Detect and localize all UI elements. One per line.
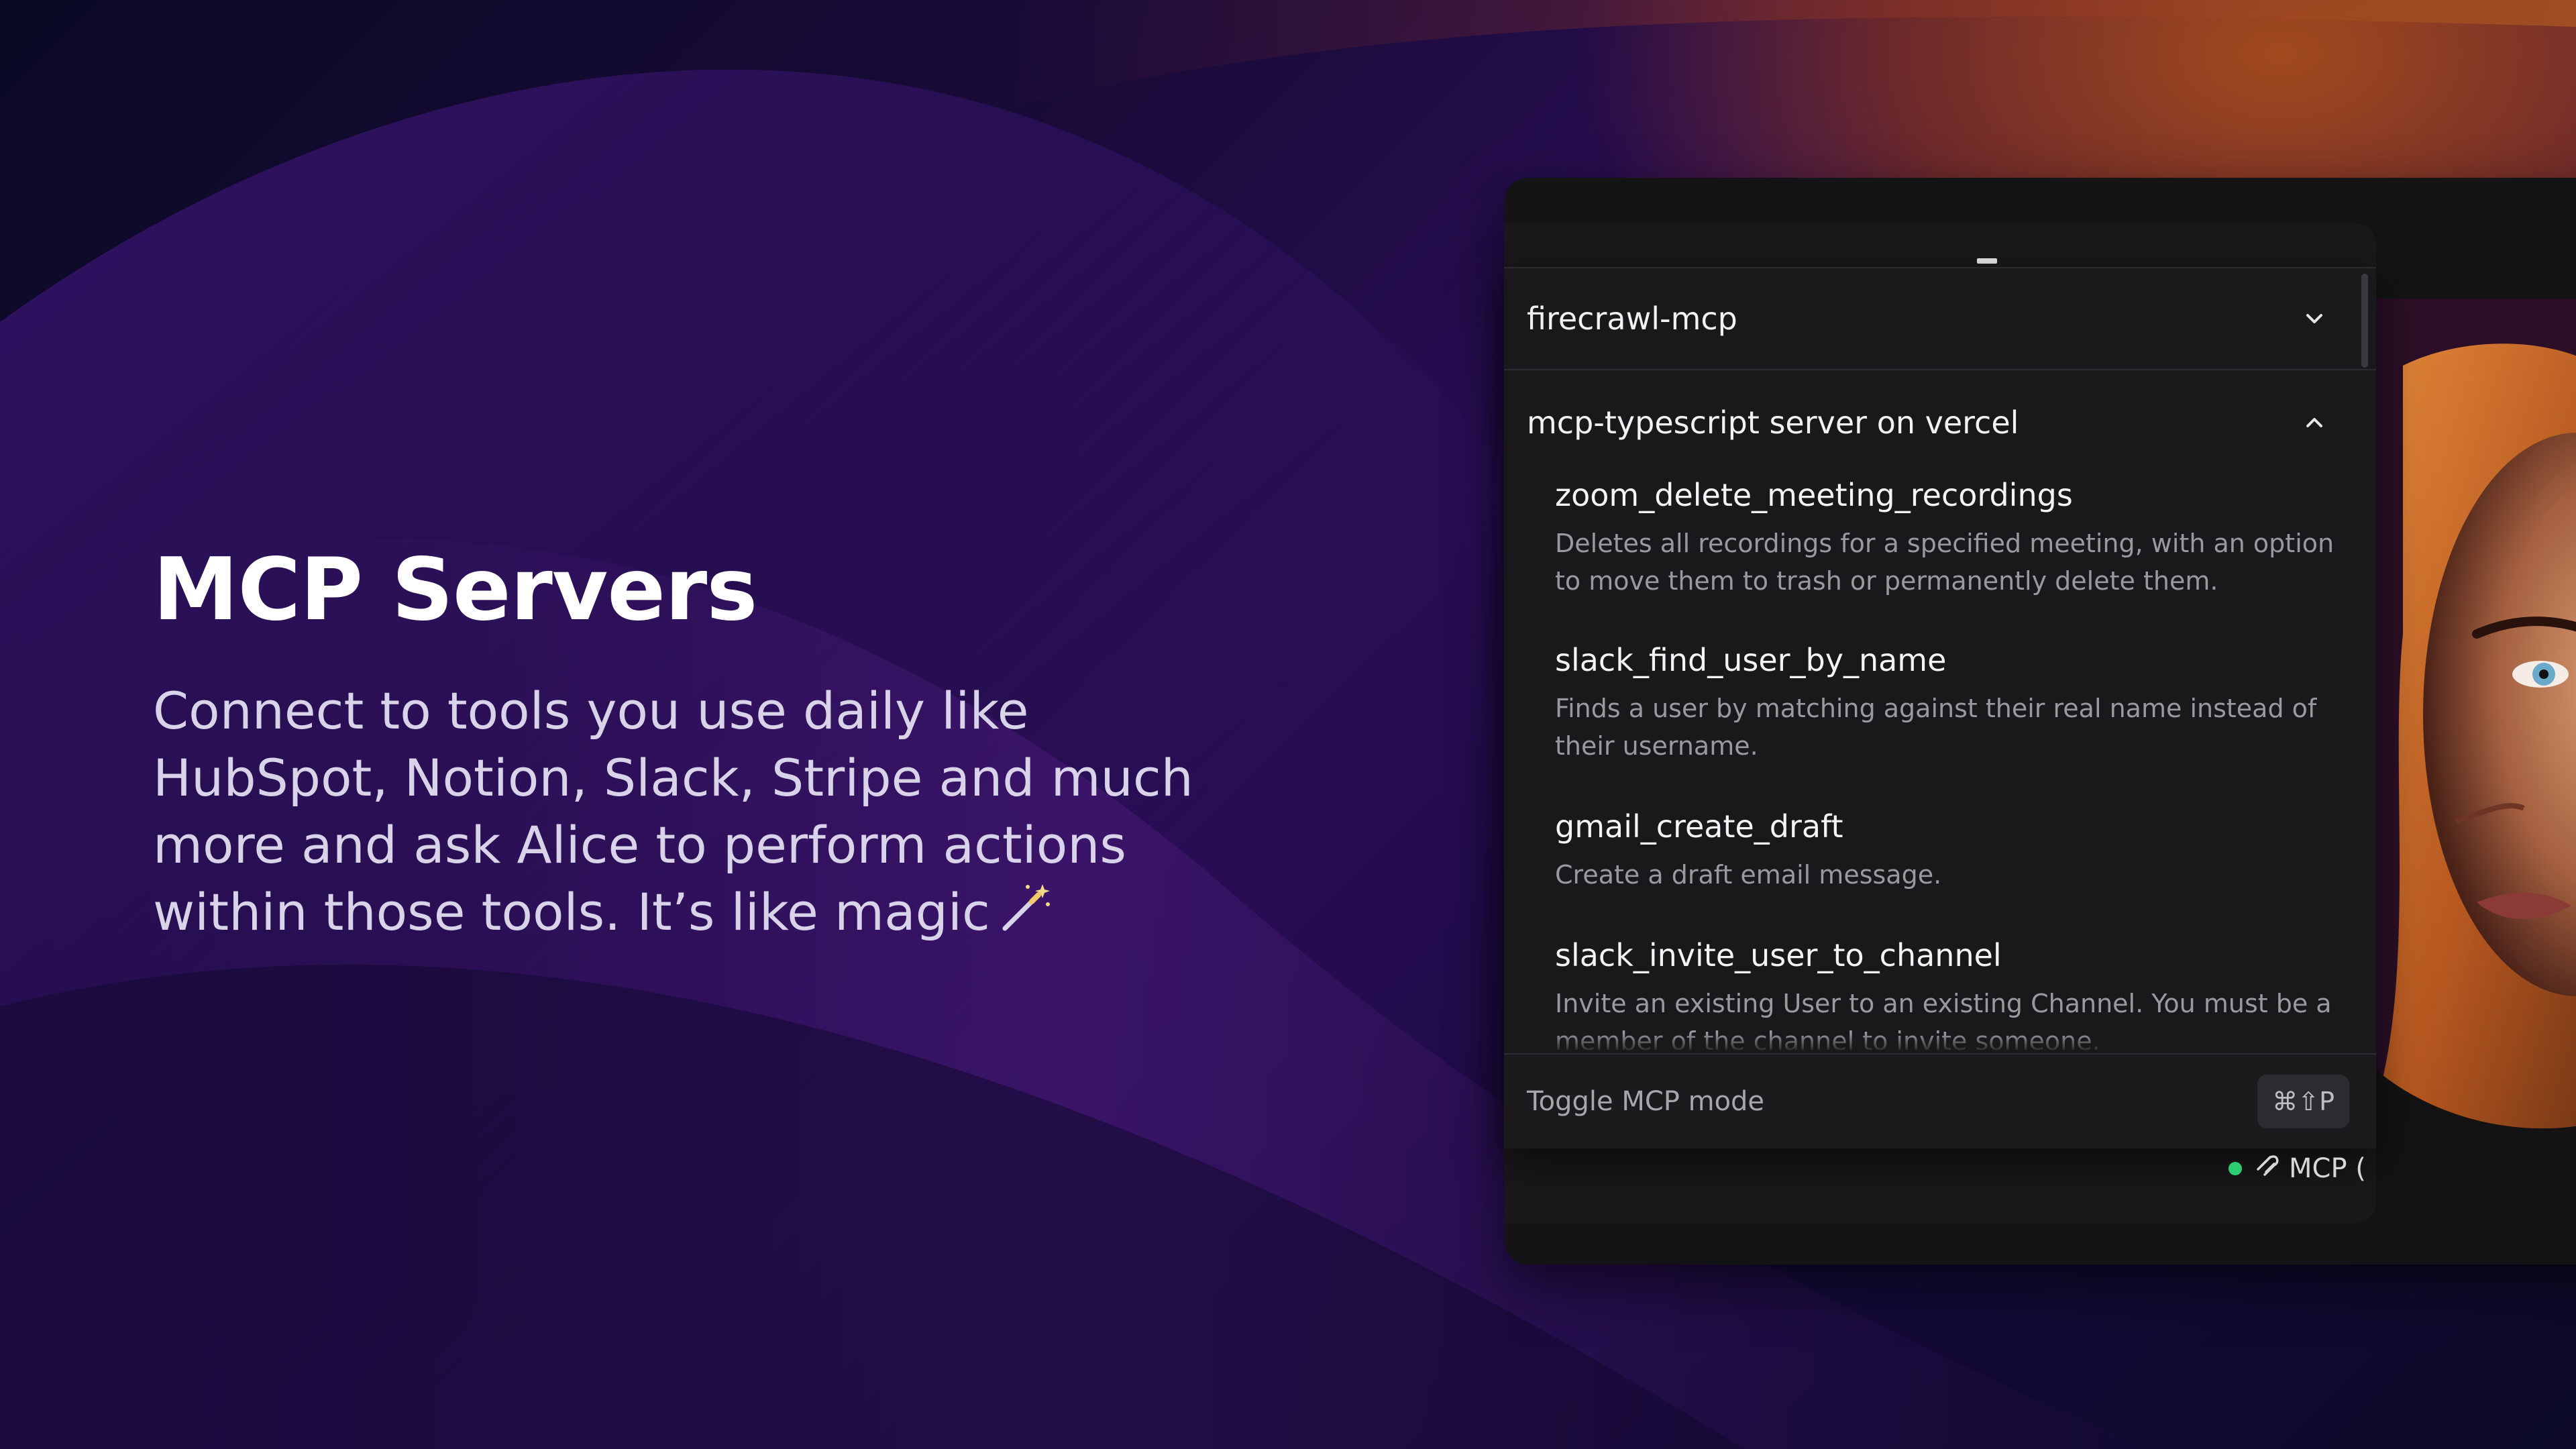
tool-name: slack_invite_user_to_channel [1555,937,2002,973]
tool-item[interactable]: gmail_create_draft Create a draft email … [1555,808,2347,894]
tool-description: Deletes all recordings for a specified m… [1555,529,2334,596]
panel-scrollbar[interactable] [2361,274,2368,368]
tool-name: slack_find_user_by_name [1555,642,1947,678]
list-fade [1504,1033,2376,1053]
mcp-group-firecrawl[interactable]: firecrawl-mcp [1504,268,2376,370]
tool-name: gmail_create_draft [1555,808,1843,845]
window-handle [1977,258,1997,264]
mcp-status-indicator[interactable]: MCP ( [2229,1148,2366,1189]
tool-item[interactable]: slack_find_user_by_name Finds a user by … [1555,641,2347,765]
portrait-image [2376,299,2576,1224]
chevron-up-icon[interactable] [2300,408,2329,437]
tool-description: Finds a user by matching against their r… [1555,694,2317,761]
hero-title: MCP Servers [153,540,757,640]
mcp-plug-icon [2254,1152,2281,1185]
tool-description: Create a draft email message. [1555,860,1942,890]
magic-wand-icon [1000,880,1053,950]
toggle-mcp-mode-label: Toggle MCP mode [1527,1086,1765,1117]
mcp-group-label: firecrawl-mcp [1527,301,1737,337]
hero-description: Connect to tools you use daily like HubS… [153,678,1213,950]
mcp-status-label: MCP ( [2289,1153,2366,1184]
tool-name: zoom_delete_meeting_recordings [1555,477,2073,513]
tool-item[interactable]: zoom_delete_meeting_recordings Deletes a… [1555,476,2347,600]
panel-footer[interactable]: Toggle MCP mode ⌘⇧P [1504,1053,2376,1148]
status-dot [2229,1162,2242,1175]
chevron-down-icon[interactable] [2300,304,2329,333]
portrait-illustration [2376,299,2576,1224]
keyboard-shortcut-badge: ⌘⇧P [2257,1075,2349,1128]
mcp-server-panel: firecrawl-mcp mcp-typescript server on v… [1504,267,2376,1148]
tool-list: zoom_delete_meeting_recordings Deletes a… [1504,476,2376,1053]
mcp-group-label: mcp-typescript server on vercel [1527,405,2019,441]
mcp-group-typescript-vercel[interactable]: mcp-typescript server on vercel [1504,372,2376,474]
